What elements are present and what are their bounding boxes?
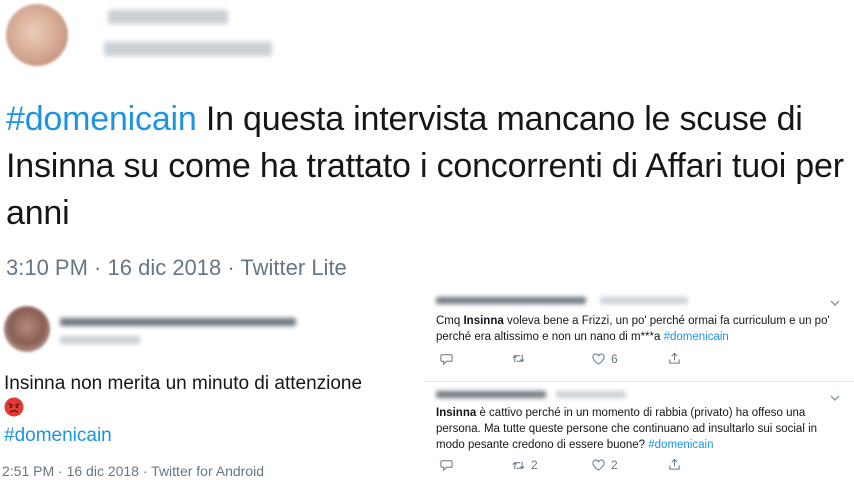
mention-name: Insinna <box>436 407 477 419</box>
hashtag-link[interactable]: #domenicain <box>4 425 112 447</box>
chevron-down-icon[interactable] <box>830 300 840 307</box>
reply-text: Insinna è cattivo perché in un momento d… <box>436 407 818 451</box>
share-icon <box>669 352 680 364</box>
tweet-date[interactable]: 16 dic 2018 <box>108 255 222 280</box>
retweet-button[interactable] <box>512 352 531 365</box>
reply-username-blurred[interactable] <box>556 391 626 398</box>
retweet-button[interactable]: 2 <box>512 458 538 472</box>
reply-icon <box>440 354 453 365</box>
heart-icon <box>592 458 605 471</box>
share-button[interactable] <box>668 352 681 365</box>
meta-separator: · <box>221 255 241 280</box>
angry-face-icon <box>4 397 24 417</box>
retweet-icon <box>512 354 525 363</box>
like-button[interactable]: 6 <box>592 352 618 366</box>
reply-divider <box>424 381 854 382</box>
tweet-meta: 2:51 PM · 16 dic 2018 · Twitter for Andr… <box>2 463 264 479</box>
avatar[interactable] <box>4 306 50 352</box>
avatar[interactable] <box>6 4 68 66</box>
hashtag-link[interactable]: #domenicain <box>648 439 713 451</box>
username-blurred[interactable] <box>104 42 272 56</box>
reply-text: Cmq Insinna voleva bene a Frizzi, un po'… <box>436 315 830 343</box>
like-button[interactable]: 2 <box>592 458 618 472</box>
tweet-text: #domenicain In questa intervista mancano… <box>6 96 846 237</box>
tweet-time[interactable]: 3:10 PM <box>6 255 88 280</box>
hashtag-link[interactable]: #domenicain <box>664 331 729 343</box>
heart-icon <box>592 352 605 365</box>
reply-button[interactable] <box>440 458 459 471</box>
reply-author-blurred[interactable] <box>436 391 546 398</box>
reply-author-blurred[interactable] <box>436 297 586 304</box>
reply-button[interactable] <box>440 352 459 365</box>
username-blurred[interactable] <box>60 336 140 344</box>
hashtag-link[interactable]: #domenicain <box>6 100 197 138</box>
share-icon <box>669 458 680 470</box>
chevron-down-icon[interactable] <box>830 395 840 402</box>
display-name-blurred[interactable] <box>108 10 228 24</box>
main-tweet: #domenicain In questa intervista mancano… <box>0 0 854 290</box>
share-button[interactable] <box>668 458 681 471</box>
retweet-icon <box>512 461 525 469</box>
reply-username-blurred[interactable] <box>600 297 688 304</box>
tweet-meta: 3:10 PM · 16 dic 2018 · Twitter Lite <box>6 255 347 281</box>
tweet-source[interactable]: Twitter Lite <box>240 255 346 280</box>
reply-icon <box>440 460 453 471</box>
mention-name: Insinna <box>463 315 504 327</box>
meta-separator: · <box>87 255 108 280</box>
tweet-text: Insinna non merita un minuto di attenzio… <box>4 373 363 394</box>
display-name-blurred[interactable] <box>60 318 296 326</box>
